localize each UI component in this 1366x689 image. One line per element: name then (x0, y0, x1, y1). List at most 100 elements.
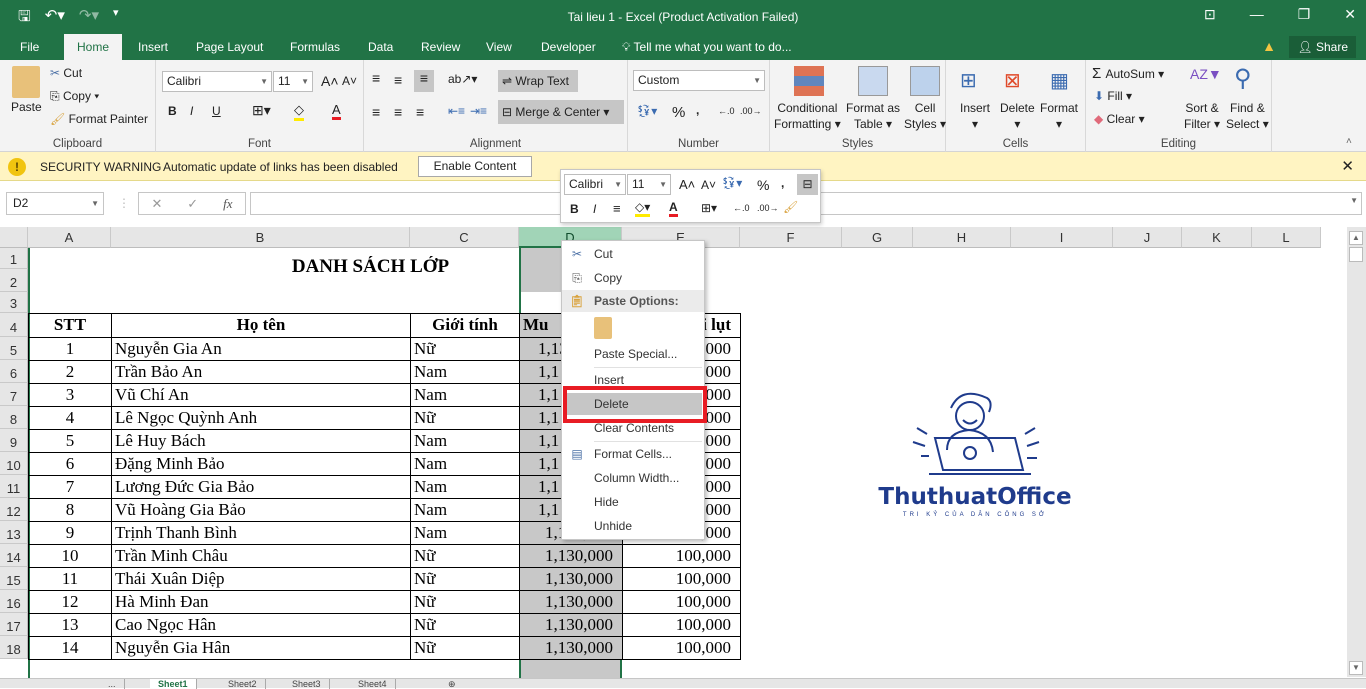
column-header-h[interactable]: H (913, 227, 1011, 248)
cell-stt[interactable]: 3 (28, 383, 112, 407)
row-header-5[interactable]: 5 (0, 337, 28, 360)
delete-cells-button[interactable]: Delete ▾ (1000, 100, 1035, 132)
name-box[interactable]: D2 ▼ (6, 192, 104, 215)
cell-name[interactable]: Lê Ngọc Quỳnh Anh (111, 406, 411, 430)
close-icon[interactable]: ✕ (1341, 157, 1354, 175)
accounting-icon[interactable]: 💱︎▾ (636, 104, 657, 118)
header-name[interactable]: Họ tên (111, 313, 411, 338)
cell-name[interactable]: Hà Minh Đan (111, 590, 411, 614)
paste-icon[interactable] (12, 66, 40, 98)
menu-item-cut[interactable]: ✂ Cut (562, 243, 704, 265)
row-header-6[interactable]: 6 (0, 360, 28, 383)
cell-stt[interactable]: 14 (28, 636, 112, 660)
row-header-1[interactable]: 1 (0, 248, 28, 269)
mini-center-icon[interactable]: ≡ (613, 201, 621, 216)
cell-d[interactable]: 1,130,000 (519, 613, 623, 637)
cell-stt[interactable]: 9 (28, 521, 112, 545)
cell-stt[interactable]: 10 (28, 544, 112, 568)
number-format-select[interactable]: Custom ▼ (633, 70, 765, 91)
cell-e[interactable]: 100,000 (622, 590, 741, 614)
cell-name[interactable]: Trần Bảo An (111, 360, 411, 384)
cell-name[interactable]: Nguyễn Gia An (111, 337, 411, 361)
menu-item-copy[interactable]: ⎘ Copy (562, 267, 704, 289)
cut-button[interactable]: ✂ Cut (50, 66, 82, 80)
warning-icon[interactable]: ▲ (1262, 38, 1276, 54)
scroll-thumb[interactable] (1349, 247, 1363, 262)
column-header-a[interactable]: A (28, 227, 111, 248)
mini-bold-button[interactable]: B (570, 202, 579, 216)
enable-content-button[interactable]: Enable Content (418, 156, 532, 177)
grow-font-icon[interactable]: A˄ (679, 177, 695, 192)
close-button[interactable]: ✕ (1344, 6, 1356, 23)
cell-e[interactable]: 100,000 (622, 567, 741, 591)
row-header-16[interactable]: 16 (0, 590, 28, 613)
restore-button[interactable]: ❐ (1298, 6, 1311, 23)
cell-name[interactable]: Thái Xuân Diệp (111, 567, 411, 591)
cell-gender[interactable]: Nam (410, 475, 520, 499)
font-color-icon[interactable]: A (332, 102, 341, 120)
mini-decrease-decimal-icon[interactable]: .00→ (757, 203, 779, 213)
cell-stt[interactable]: 4 (28, 406, 112, 430)
column-header-c[interactable]: C (410, 227, 519, 248)
row-header-8[interactable]: 8 (0, 406, 28, 429)
cell-stt[interactable]: 8 (28, 498, 112, 522)
align-top-icon[interactable]: ≡ (372, 70, 380, 86)
accounting-icon[interactable]: 💱︎▾ (721, 176, 742, 190)
align-right-icon[interactable]: ≡ (416, 104, 424, 120)
scroll-down-icon[interactable]: ▼ (1349, 661, 1363, 675)
merge-center-button[interactable]: ⊟ Merge & Center ▾ (498, 100, 624, 124)
cell-stt[interactable]: 5 (28, 429, 112, 453)
cell-name[interactable]: Trần Minh Châu (111, 544, 411, 568)
percent-button[interactable]: % (672, 104, 685, 121)
paste-button[interactable]: Paste (11, 100, 42, 114)
align-left-icon[interactable]: ≡ (372, 104, 380, 120)
format-as-table-button[interactable]: Format as Table ▾ (846, 100, 900, 132)
mini-comma-button[interactable]: , (781, 176, 784, 190)
format-button[interactable]: Format ▾ (1040, 100, 1078, 132)
clear-button[interactable]: ◆ Clear ▾ (1094, 112, 1145, 126)
cell-stt[interactable]: 2 (28, 360, 112, 384)
cell-styles-button[interactable]: Cell Styles ▾ (904, 100, 946, 132)
increase-indent-icon[interactable]: ⇥≡ (470, 104, 487, 118)
vertical-scrollbar[interactable]: ▲ ▼ (1347, 227, 1366, 677)
align-middle-icon[interactable]: ≡ (394, 72, 402, 88)
menu-item-format-cells[interactable]: ▤ Format Cells... (562, 443, 704, 465)
mini-font-select[interactable]: Calibri ▼ (564, 174, 626, 195)
column-header-l[interactable]: L (1252, 227, 1321, 248)
cell-stt[interactable]: 6 (28, 452, 112, 476)
tab-insert[interactable]: Insert (130, 34, 176, 60)
font-name-select[interactable]: Calibri ▼ (162, 71, 272, 92)
fill-button[interactable]: ⬇ Fill ▾ (1094, 89, 1132, 103)
column-header-k[interactable]: K (1182, 227, 1252, 248)
cell-gender[interactable]: Nam (410, 521, 520, 545)
align-bottom-icon[interactable]: ≡ (414, 70, 434, 92)
header-gender[interactable]: Giới tính (410, 313, 520, 338)
expand-formula-icon[interactable]: ▼ (1350, 196, 1358, 205)
mini-size-select[interactable]: 11 ▼ (627, 174, 671, 195)
grow-font-icon[interactable]: A˄ (321, 73, 339, 89)
cell-name[interactable]: Cao Ngọc Hân (111, 613, 411, 637)
mini-percent-button[interactable]: % (757, 177, 769, 193)
format-painter-button[interactable]: 🖌︎ Format Painter (50, 112, 148, 126)
borders-icon[interactable]: ⊞▾ (252, 102, 271, 119)
header-stt[interactable]: STT (28, 313, 112, 338)
row-header-15[interactable]: 15 (0, 567, 28, 590)
column-header-f[interactable]: F (740, 227, 842, 248)
mini-font-color-icon[interactable]: A (669, 200, 678, 217)
collapse-ribbon-icon[interactable]: ˄ (1346, 136, 1352, 147)
row-header-14[interactable]: 14 (0, 544, 28, 567)
column-header-i[interactable]: I (1011, 227, 1113, 248)
cell-gender[interactable]: Nữ (410, 636, 520, 660)
tab-developer[interactable]: Developer (533, 34, 604, 60)
autosum-button[interactable]: Σ AutoSum ▾ (1092, 65, 1164, 82)
cell-gender[interactable]: Nữ (410, 544, 520, 568)
row-header-7[interactable]: 7 (0, 383, 28, 406)
tab-review[interactable]: Review (413, 34, 468, 60)
bold-button[interactable]: B (168, 104, 177, 118)
mini-increase-decimal-icon[interactable]: ←.0 (733, 203, 750, 213)
cell-d[interactable]: 1,130,000 (519, 636, 623, 660)
row-header-13[interactable]: 13 (0, 521, 28, 544)
cell-e[interactable]: 100,000 (622, 544, 741, 568)
increase-decimal-icon[interactable]: ←.0 (718, 106, 735, 116)
mini-merge-icon[interactable]: ⊟ (797, 174, 818, 195)
